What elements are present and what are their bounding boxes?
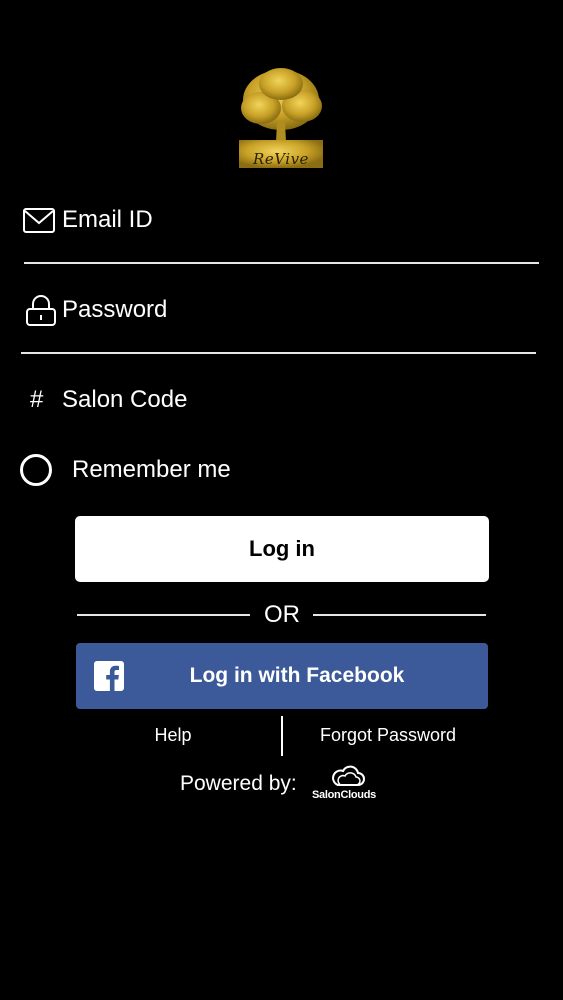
lock-icon <box>24 294 58 328</box>
password-field[interactable]: Password <box>62 296 167 324</box>
or-text: OR <box>264 601 300 628</box>
password-underline <box>21 352 536 354</box>
envelope-icon <box>22 203 56 237</box>
email-underline <box>24 262 539 264</box>
email-field[interactable]: Email ID <box>62 206 153 234</box>
forgot-password-link[interactable]: Forgot Password <box>308 725 468 746</box>
cloud-icon <box>332 765 365 786</box>
saloncloud-logo: SalonClouds <box>310 765 390 807</box>
logo-brand-text: ReVive <box>253 150 309 168</box>
remember-me-radio[interactable] <box>20 454 52 486</box>
facebook-login-label: Log in with Facebook <box>189 664 405 687</box>
facebook-icon <box>94 661 124 691</box>
salon-code-field[interactable]: Salon Code <box>62 386 187 414</box>
hash-icon: # <box>30 386 44 413</box>
or-line-left <box>77 614 250 616</box>
powered-by-label: Powered by: <box>180 772 297 795</box>
revive-logo: ReVive <box>236 66 326 172</box>
facebook-login-button[interactable]: Log in with Facebook <box>76 643 488 709</box>
remember-me-label[interactable]: Remember me <box>72 456 231 484</box>
provider-name: SalonClouds <box>312 789 376 801</box>
help-link[interactable]: Help <box>130 725 216 746</box>
links-divider <box>281 716 283 756</box>
login-button[interactable]: Log in <box>75 516 489 582</box>
or-line-right <box>313 614 486 616</box>
